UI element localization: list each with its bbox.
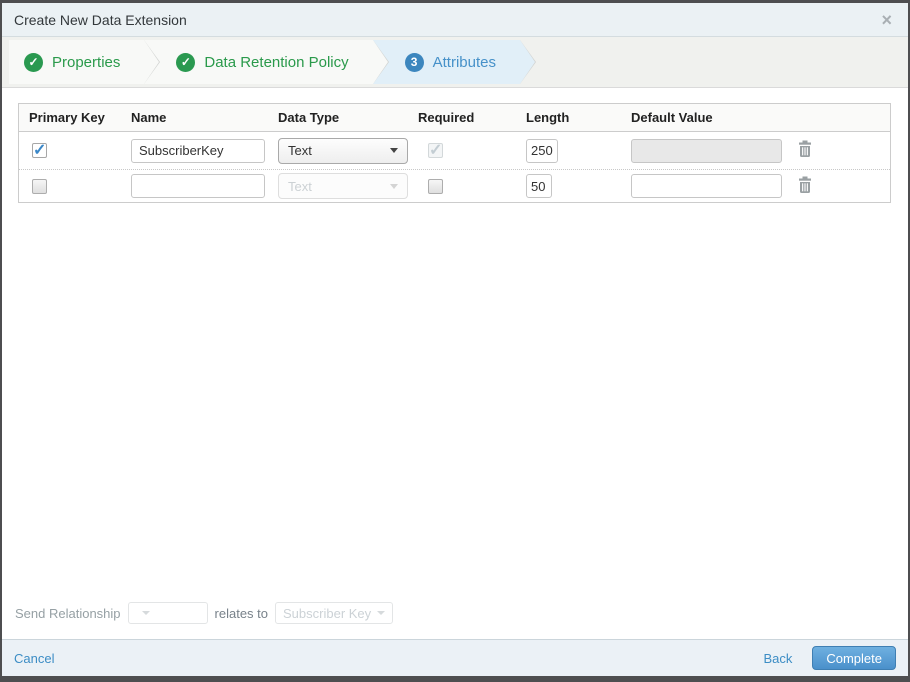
required-checkbox[interactable] xyxy=(428,178,443,194)
footer-actions: Back Complete xyxy=(763,646,896,670)
cancel-link[interactable]: Cancel xyxy=(14,651,54,666)
step-label: Attributes xyxy=(432,53,496,71)
primary-key-checkbox[interactable] xyxy=(32,178,47,194)
step-complete-check-icon: ✓ xyxy=(24,52,43,72)
data-type-value: Text xyxy=(288,143,312,158)
modal-footer: Cancel Back Complete xyxy=(2,639,908,676)
send-relationship-label: Send Relationship xyxy=(15,605,121,621)
step-properties[interactable]: ✓ Properties xyxy=(9,40,161,84)
trash-icon[interactable] xyxy=(797,140,813,158)
step-label: Data Retention Policy xyxy=(204,53,349,71)
attributes-table: Primary Key Name Data Type Required Leng… xyxy=(18,103,891,203)
header-required: Required xyxy=(418,110,475,125)
header-primary-key: Primary Key xyxy=(29,110,105,125)
trash-icon[interactable] xyxy=(797,176,813,194)
step-number-badge: 3 xyxy=(404,52,424,72)
required-checkbox xyxy=(428,140,443,160)
step-complete-check-icon: ✓ xyxy=(176,52,196,72)
default-value-input[interactable] xyxy=(631,174,782,198)
modal-title: Create New Data Extension xyxy=(14,11,187,28)
relates-to-target-value: Subscriber Key xyxy=(283,605,372,621)
primary-key-checkbox[interactable] xyxy=(32,140,47,160)
attribute-row: Text xyxy=(19,169,890,202)
table-header-row: Primary Key Name Data Type Required Leng… xyxy=(19,104,890,132)
close-icon[interactable]: × xyxy=(877,11,896,29)
header-default-value: Default Value xyxy=(631,110,713,125)
back-link[interactable]: Back xyxy=(763,651,792,666)
caret-down-icon xyxy=(377,611,386,615)
caret-down-icon xyxy=(390,148,398,153)
attribute-row: Text xyxy=(19,132,890,169)
relates-to-label: relates to xyxy=(214,605,269,621)
header-data-type: Data Type xyxy=(278,110,340,125)
wizard-steps: ✓ Properties ✓ Data Retention Policy 3 A… xyxy=(2,37,908,88)
name-input[interactable] xyxy=(131,138,265,163)
header-length: Length xyxy=(526,110,570,125)
create-data-extension-modal: Create New Data Extension × ✓ Properties… xyxy=(0,0,910,682)
caret-down-icon xyxy=(141,611,150,615)
name-input[interactable] xyxy=(131,174,265,198)
complete-button[interactable]: Complete xyxy=(812,646,896,670)
send-relationship-row: Send Relationship relates to Subscriber … xyxy=(15,599,892,639)
step-attributes[interactable]: 3 Attributes xyxy=(372,40,537,84)
default-value-input xyxy=(631,138,782,163)
length-input[interactable] xyxy=(526,138,558,163)
send-relationship-field-dropdown xyxy=(127,602,208,624)
header-name: Name xyxy=(131,110,167,125)
caret-down-icon xyxy=(390,183,398,189)
step-data-retention-policy[interactable]: ✓ Data Retention Policy xyxy=(144,40,389,84)
modal-content: Primary Key Name Data Type Required Leng… xyxy=(2,88,908,639)
data-type-value: Text xyxy=(288,178,312,194)
modal-titlebar: Create New Data Extension × xyxy=(2,3,908,37)
relates-to-target-dropdown: Subscriber Key xyxy=(275,602,394,624)
length-input[interactable] xyxy=(526,174,552,198)
data-type-dropdown: Text xyxy=(278,173,408,199)
data-type-dropdown[interactable]: Text xyxy=(278,137,408,164)
step-label: Properties xyxy=(52,53,121,71)
